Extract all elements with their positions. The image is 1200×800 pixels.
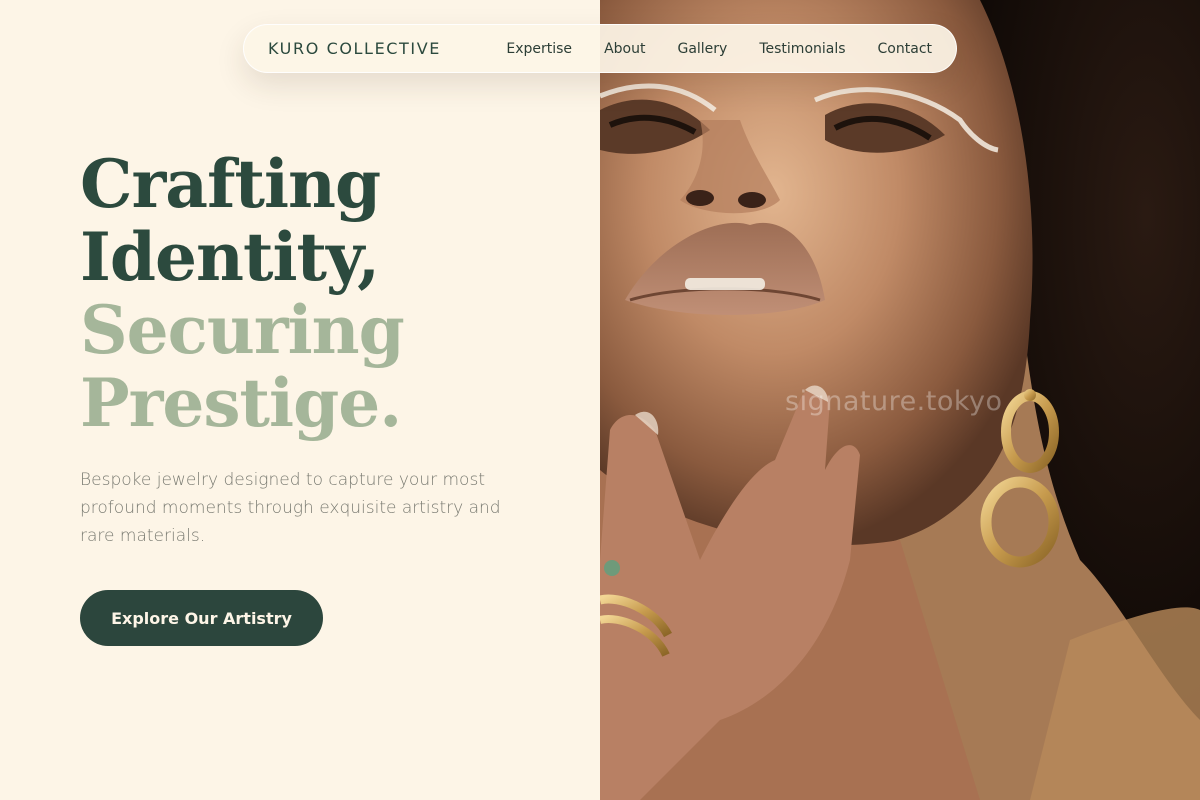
- hero-description: Bespoke jewelry designed to capture your…: [80, 470, 501, 546]
- brand-logo-text[interactable]: KURO COLLECTIVE: [268, 39, 441, 58]
- hero-portrait-image: signature.tokyo: [600, 0, 1200, 800]
- hero-headline: Crafting Identity, Securing Prestige.: [80, 145, 405, 442]
- nav-link-gallery[interactable]: Gallery: [677, 41, 727, 57]
- nav-links: Expertise About Gallery Testimonials Con…: [474, 41, 932, 57]
- headline-line-1: Crafting: [80, 145, 381, 223]
- landing-page: Crafting Identity, Securing Prestige. Be…: [0, 0, 1200, 800]
- explore-artistry-button[interactable]: Explore Our Artistry: [80, 590, 323, 646]
- nav-link-contact[interactable]: Contact: [878, 41, 932, 57]
- headline-line-2: Identity,: [80, 218, 380, 296]
- nav-link-about[interactable]: About: [604, 41, 645, 57]
- headline-line-3: Securing: [80, 291, 405, 369]
- nav-link-expertise[interactable]: Expertise: [506, 41, 572, 57]
- image-watermark: signature.tokyo: [785, 386, 1003, 417]
- top-navigation: KURO COLLECTIVE Expertise About Gallery …: [243, 24, 957, 73]
- headline-line-4: Prestige.: [80, 364, 402, 442]
- hero-left-panel: Crafting Identity, Securing Prestige. Be…: [0, 0, 600, 800]
- nav-link-testimonials[interactable]: Testimonials: [759, 41, 845, 57]
